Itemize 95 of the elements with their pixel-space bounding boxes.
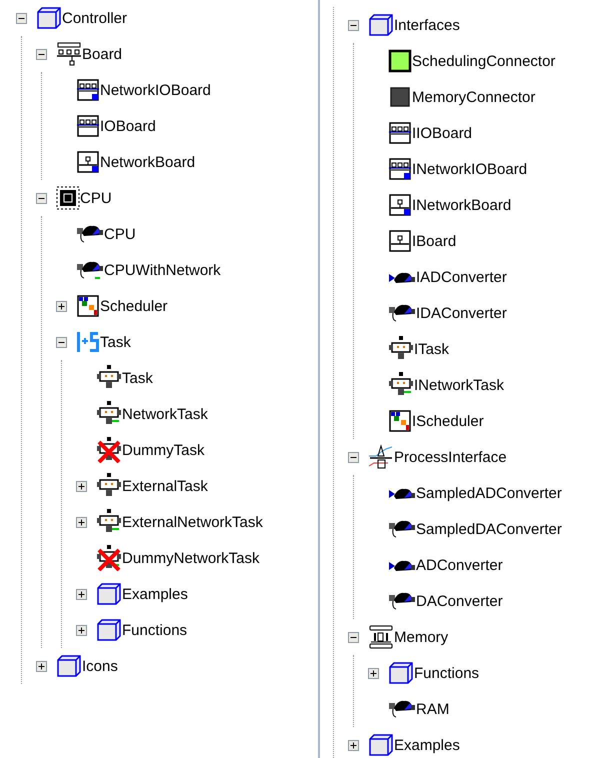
converter-icon	[388, 486, 416, 500]
tree-item-label[interactable]: CPUWithNetwork	[104, 262, 221, 278]
crossed-task-icon	[96, 437, 122, 463]
collapse-icon[interactable]	[36, 192, 47, 204]
tree-item-label[interactable]: CPU	[80, 190, 112, 206]
collapse-icon[interactable]	[348, 20, 359, 30]
tree-item-label[interactable]: Functions	[122, 622, 188, 638]
expand-icon[interactable]	[56, 300, 67, 312]
collapse-icon[interactable]	[348, 452, 359, 462]
expand-icon[interactable]	[36, 660, 47, 672]
box-icon	[368, 733, 394, 757]
converter-icon	[388, 270, 416, 284]
tree-item-label[interactable]: Functions	[414, 666, 480, 680]
tree-item-label[interactable]: SampledADConverter	[416, 486, 562, 500]
board-icon	[388, 193, 412, 217]
tree-item-label[interactable]: MemoryConnector	[412, 90, 536, 104]
task-icon	[96, 401, 122, 427]
square-icon	[388, 85, 412, 109]
task-icon	[388, 336, 414, 362]
network-icon	[56, 42, 82, 66]
tree-item-label[interactable]: Interfaces	[394, 18, 460, 32]
tree-item-label[interactable]: INetworkBoard	[412, 198, 512, 212]
collapse-icon[interactable]	[348, 632, 359, 642]
expand-icon[interactable]	[76, 480, 87, 492]
tree-item-label[interactable]: DummyNetworkTask	[122, 550, 260, 566]
expand-icon[interactable]	[76, 516, 87, 528]
box-icon	[368, 13, 394, 37]
tree-item-label[interactable]: CPU	[104, 226, 136, 242]
task-icon	[96, 473, 122, 499]
tree-item-label[interactable]: INetworkIOBoard	[412, 162, 528, 176]
tree-item-label[interactable]: SchedulingConnector	[412, 54, 556, 68]
tree-item-label[interactable]: Examples	[122, 586, 188, 602]
board-icon	[76, 78, 100, 102]
tree-item-label[interactable]: IBoard	[412, 234, 456, 248]
task-icon	[96, 509, 122, 535]
converter-icon	[388, 558, 416, 572]
tree-item-label[interactable]: IOBoard	[100, 118, 156, 134]
board-icon	[388, 157, 412, 181]
memory-icon	[368, 625, 394, 649]
chip-icon	[56, 186, 80, 210]
box-icon	[56, 654, 82, 678]
tree-item-label[interactable]: NetworkTask	[122, 406, 208, 422]
expand-icon[interactable]	[368, 668, 379, 678]
box-icon	[36, 6, 62, 30]
plug-icon	[76, 224, 104, 244]
box-icon	[388, 661, 414, 685]
plug-icon	[76, 260, 104, 280]
tree-item-label[interactable]: Scheduler	[100, 298, 168, 314]
tree-item-label[interactable]: Examples	[394, 738, 460, 752]
collapse-icon[interactable]	[56, 336, 67, 348]
converter-icon	[388, 303, 416, 323]
tree-item-label[interactable]: INetworkTask	[414, 378, 504, 392]
collapse-icon[interactable]	[36, 48, 47, 60]
task-group-icon	[76, 330, 100, 354]
tree-item-label[interactable]: ProcessInterface	[394, 450, 507, 464]
tree-item-label[interactable]: ExternalTask	[122, 478, 208, 494]
tree-item-label[interactable]: Task	[122, 370, 153, 386]
tree-item-label[interactable]: ITask	[414, 342, 450, 356]
tree-item-label[interactable]: ExternalNetworkTask	[122, 514, 263, 530]
tree-item-label[interactable]: Controller	[62, 10, 128, 26]
task-icon	[388, 372, 414, 398]
tree-item-label[interactable]: Task	[100, 334, 131, 350]
square-icon	[388, 49, 412, 73]
converter-icon	[388, 591, 416, 611]
tree-item-label[interactable]: NetworkBoard	[100, 154, 196, 170]
tree-item-label[interactable]: DAConverter	[416, 594, 503, 608]
board-icon	[76, 114, 100, 138]
converter-icon	[368, 444, 394, 470]
tree-item-label[interactable]: Memory	[394, 630, 448, 644]
converter-icon	[388, 519, 416, 539]
task-icon	[96, 365, 122, 391]
tree-item-label[interactable]: DummyTask	[122, 442, 205, 458]
board-icon	[388, 121, 412, 145]
scheduler-icon	[76, 294, 100, 318]
board-icon	[76, 150, 100, 174]
tree-item-label[interactable]: NetworkIOBoard	[100, 82, 211, 98]
board-icon	[388, 229, 412, 253]
tree-item-label[interactable]: IIOBoard	[412, 126, 472, 140]
tree-item-label[interactable]: IDAConverter	[416, 306, 507, 320]
expand-icon[interactable]	[76, 588, 87, 600]
box-icon	[96, 582, 122, 606]
expand-icon[interactable]	[348, 740, 359, 750]
plug-icon	[388, 699, 416, 719]
box-icon	[96, 618, 122, 642]
tree-item-label[interactable]: ADConverter	[416, 558, 503, 572]
tree-item-label[interactable]: Icons	[82, 658, 118, 674]
collapse-icon[interactable]	[16, 12, 27, 24]
tree-item-label[interactable]: Board	[82, 46, 122, 62]
tree-item-label[interactable]: IScheduler	[412, 414, 484, 428]
crossed-task-icon	[96, 545, 122, 571]
expand-icon[interactable]	[76, 624, 87, 636]
tree-item-label[interactable]: SampledDAConverter	[416, 522, 562, 536]
tree-item-label[interactable]: IADConverter	[416, 270, 507, 284]
scheduler-icon	[388, 409, 412, 433]
tree-item-label[interactable]: RAM	[416, 702, 450, 716]
